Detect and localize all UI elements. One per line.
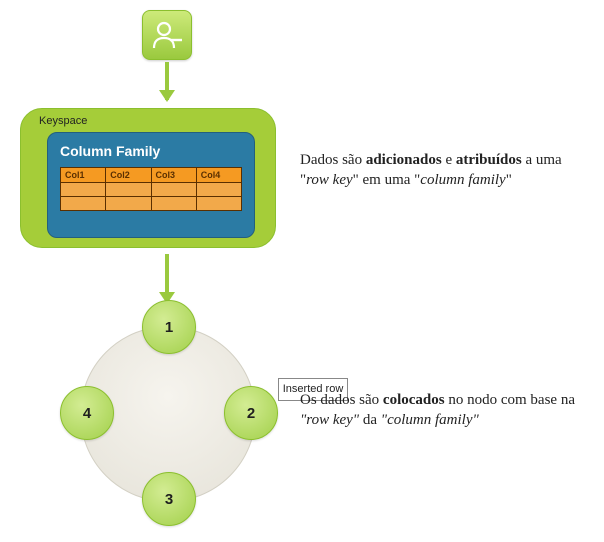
keyspace-label: Keyspace xyxy=(39,115,87,127)
caption-top: Dados são adicionados e atribuídos a uma… xyxy=(300,150,580,191)
user-icon xyxy=(142,10,192,60)
col-header: Col3 xyxy=(151,168,196,183)
arrow-keyspace-to-ring xyxy=(165,254,169,302)
node-label: 1 xyxy=(165,319,173,336)
text: da xyxy=(359,412,381,428)
text: no nodo com base na xyxy=(445,392,575,408)
text-bold: colocados xyxy=(383,392,445,408)
node-ring-diagram: 1 2 3 4 Inserted row xyxy=(60,300,280,530)
text: Os dados são xyxy=(300,392,383,408)
text: Dados são xyxy=(300,152,366,168)
text: " xyxy=(506,172,512,188)
keyspace-box: Keyspace Column Family Col1 Col2 Col3 Co… xyxy=(20,108,276,248)
caption-bottom: Os dados são colocados no nodo com base … xyxy=(300,390,580,431)
text: e xyxy=(442,152,456,168)
table-row xyxy=(61,183,242,197)
text-italic: "row key" xyxy=(300,412,359,428)
node-2: 2 xyxy=(224,386,278,440)
text-italic: column family xyxy=(420,172,505,188)
text-bold: adicionados xyxy=(366,152,442,168)
text-bold: atribuídos xyxy=(456,152,522,168)
text-italic: row key xyxy=(306,172,353,188)
node-4: 4 xyxy=(60,386,114,440)
col-header: Col4 xyxy=(196,168,241,183)
arrow-user-to-keyspace xyxy=(165,62,169,100)
text-italic: "column family" xyxy=(381,412,479,428)
node-label: 3 xyxy=(165,491,173,508)
col-header: Col2 xyxy=(106,168,151,183)
node-label: 2 xyxy=(247,405,255,422)
table-row xyxy=(61,197,242,211)
column-family-table: Col1 Col2 Col3 Col4 xyxy=(60,167,242,211)
text: " em uma " xyxy=(353,172,421,188)
node-label: 4 xyxy=(83,405,91,422)
column-family-title: Column Family xyxy=(60,143,242,159)
column-family-box: Column Family Col1 Col2 Col3 Col4 xyxy=(47,132,255,238)
table-header-row: Col1 Col2 Col3 Col4 xyxy=(61,168,242,183)
node-3: 3 xyxy=(142,472,196,526)
node-1: 1 xyxy=(142,300,196,354)
col-header: Col1 xyxy=(61,168,106,183)
user-silhouette-icon xyxy=(150,18,184,52)
